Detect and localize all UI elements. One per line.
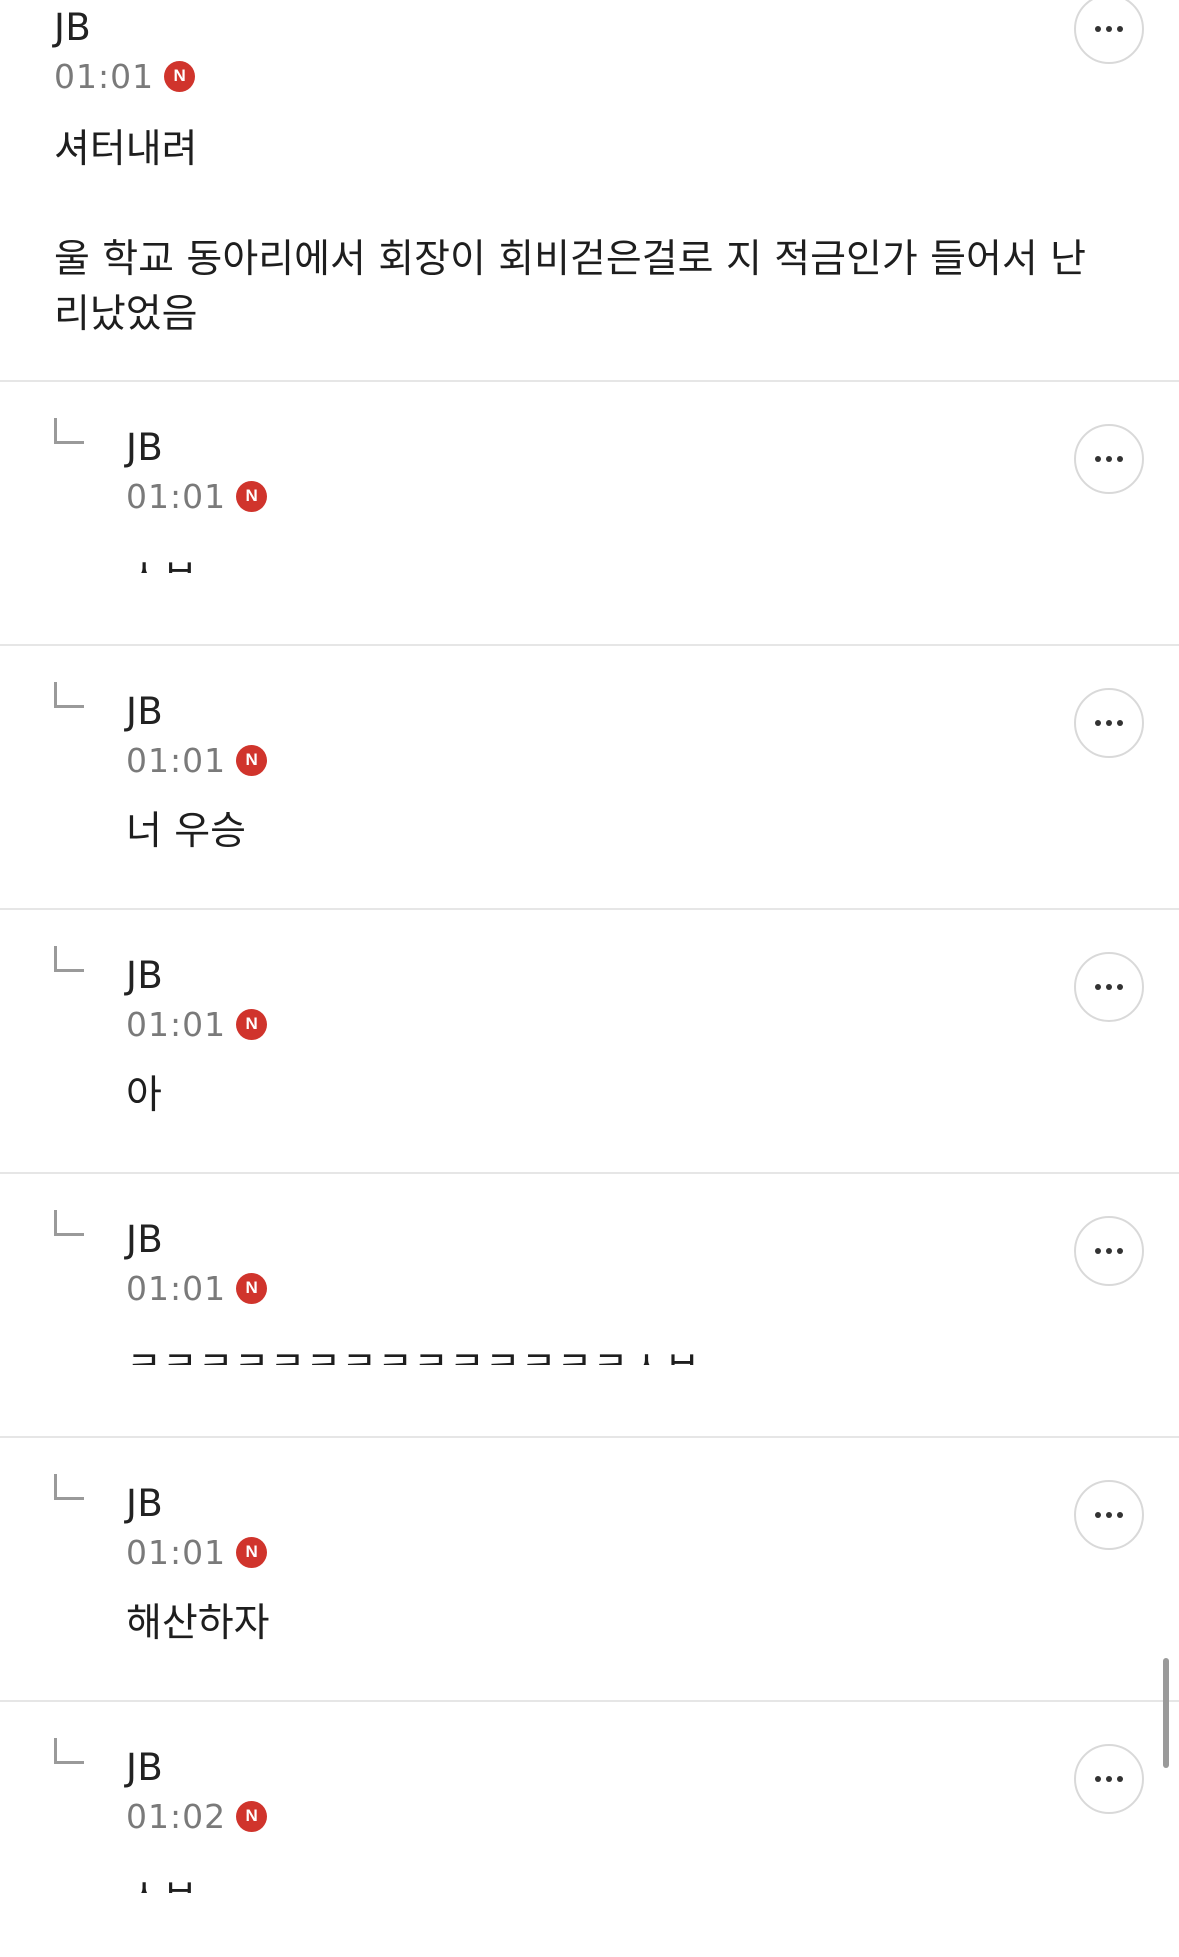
reply-arrow-icon <box>54 1474 84 1500</box>
reply-text: 해산하자 <box>126 1601 270 1646</box>
more-horizontal-icon <box>1095 720 1123 726</box>
new-badge: N <box>236 1272 268 1304</box>
comment-meta: 01:01 N <box>54 54 1179 98</box>
new-badge: N <box>236 480 268 512</box>
reply-author[interactable]: JB <box>126 1438 1179 1526</box>
reply-time: 01:02 <box>126 1796 227 1836</box>
reply-comment: JB 01:01 N ㅅㅂ <box>0 382 1179 646</box>
reply-meta: 01:02 N <box>126 1794 1179 1838</box>
reply-time: 01:01 <box>126 1268 227 1308</box>
reply-text: 너 우승 <box>126 809 247 854</box>
new-badge: N <box>164 60 196 92</box>
comment-time: 01:01 <box>54 56 155 96</box>
comment-text: 셔터내려 울 학교 동아리에서 회장이 회비걷은걸로 지 적금인가 들어서 난리… <box>54 127 1087 337</box>
new-badge: N <box>236 1008 268 1040</box>
more-options-button[interactable] <box>1074 1216 1144 1286</box>
more-horizontal-icon <box>1095 26 1123 32</box>
reply-text: 아 <box>126 1073 162 1118</box>
more-options-button[interactable] <box>1074 952 1144 1022</box>
comment: JB 01:01 N 셔터내려 울 학교 동아리에서 회장이 회비걷은걸로 지 … <box>0 0 1179 382</box>
reply-meta: 01:01 N <box>126 738 1179 782</box>
reply-author[interactable]: JB <box>126 382 1179 470</box>
reply-text: ㅅㅂ <box>126 540 1179 573</box>
more-horizontal-icon <box>1095 1512 1123 1518</box>
reply-author[interactable]: JB <box>126 1174 1179 1262</box>
reply-comment: JB 01:01 N 아 <box>0 910 1179 1174</box>
reply-comment: JB 01:01 N ㅋㅋㅋㅋㅋㅋㅋㅋㅋㅋㅋㅋㅋㅋㅅㅂ <box>0 1174 1179 1438</box>
reply-comment: JB 01:02 N ㅅㅂ <box>0 1702 1179 1951</box>
more-options-button[interactable] <box>1074 424 1144 494</box>
reply-text: ㅋㅋㅋㅋㅋㅋㅋㅋㅋㅋㅋㅋㅋㅋㅅㅂ <box>126 1332 1179 1365</box>
reply-meta: 01:01 N <box>126 1530 1179 1574</box>
reply-meta: 01:01 N <box>126 474 1179 518</box>
new-badge: N <box>236 744 268 776</box>
new-badge: N <box>236 1536 268 1568</box>
more-options-button[interactable] <box>1074 1744 1144 1814</box>
reply-comment: JB 01:01 N 해산하자 <box>0 1438 1179 1702</box>
reply-arrow-icon <box>54 418 84 444</box>
scrollbar[interactable] <box>1163 1658 1169 1768</box>
new-badge: N <box>236 1800 268 1832</box>
reply-arrow-icon <box>54 946 84 972</box>
reply-time: 01:01 <box>126 1004 227 1044</box>
more-horizontal-icon <box>1095 1248 1123 1254</box>
reply-arrow-icon <box>54 1210 84 1236</box>
reply-author[interactable]: JB <box>126 1702 1179 1790</box>
reply-arrow-icon <box>54 682 84 708</box>
reply-meta: 01:01 N <box>126 1002 1179 1046</box>
more-options-button[interactable] <box>1074 1480 1144 1550</box>
comment-author[interactable]: JB <box>54 0 1179 50</box>
reply-arrow-icon <box>54 1738 84 1764</box>
reply-author[interactable]: JB <box>126 646 1179 734</box>
reply-time: 01:01 <box>126 476 227 516</box>
reply-comment: JB 01:01 N 너 우승 <box>0 646 1179 910</box>
reply-text: ㅅㅂ <box>126 1860 1179 1893</box>
more-horizontal-icon <box>1095 1776 1123 1782</box>
more-horizontal-icon <box>1095 456 1123 462</box>
reply-time: 01:01 <box>126 1532 227 1572</box>
more-options-button[interactable] <box>1074 688 1144 758</box>
more-horizontal-icon <box>1095 984 1123 990</box>
reply-meta: 01:01 N <box>126 1266 1179 1310</box>
reply-time: 01:01 <box>126 740 227 780</box>
comment-list: JB 01:01 N 셔터내려 울 학교 동아리에서 회장이 회비걷은걸로 지 … <box>0 0 1179 1951</box>
reply-author[interactable]: JB <box>126 910 1179 998</box>
